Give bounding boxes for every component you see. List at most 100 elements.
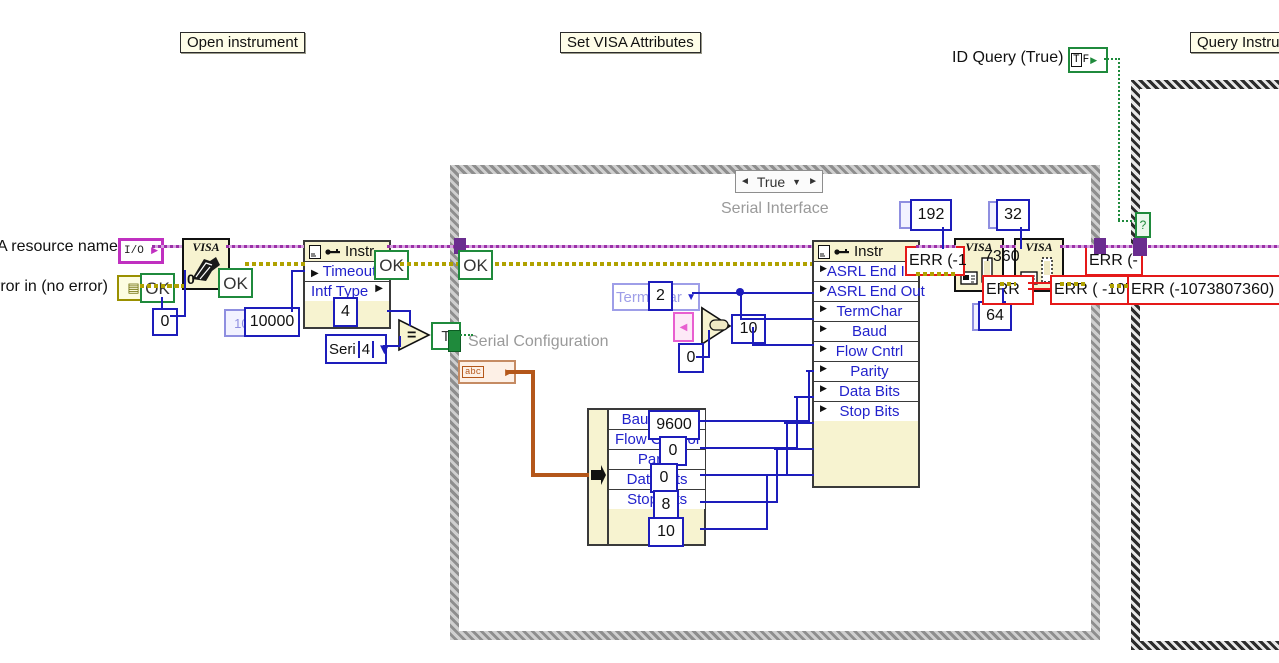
wire-error-write-read xyxy=(1000,282,1016,286)
wire-stop-up xyxy=(766,474,768,530)
terminal-visa-io-text: I/O xyxy=(124,245,144,257)
property-row-baud[interactable]: ▶ Baud xyxy=(814,322,918,342)
property-row-baud-label: Baud xyxy=(851,323,887,340)
arrow-right-icon xyxy=(591,465,606,485)
property-row-data-bits-label: Data Bits xyxy=(839,383,900,400)
wire-select-false-up xyxy=(708,330,710,358)
status-ok-visa-open: OK xyxy=(218,268,253,298)
case-structure-query-instrument[interactable] xyxy=(1131,80,1279,650)
constant-zero-a[interactable]: 0 xyxy=(152,308,178,336)
property-row-asrl-end-in-label: ASRL End In xyxy=(826,263,914,280)
property-row-flow-cntrl[interactable]: ▶ Flow Cntrl xyxy=(814,342,918,362)
value-data-bits[interactable]: 8 xyxy=(653,490,679,520)
error-value-7360: 7360 xyxy=(984,248,1020,265)
ring-constant-serial-label: Seri xyxy=(329,340,356,358)
wire-error-prop1 xyxy=(400,262,460,266)
case-selector-value: True xyxy=(756,173,786,190)
wire-select-down xyxy=(752,327,754,345)
property-row-asrl-end-in[interactable]: ▶ ASRL End In xyxy=(814,262,918,282)
cluster-glyph: abc xyxy=(462,366,485,378)
case-selector-serial-interface[interactable]: ◄ True ▼ ► xyxy=(735,170,823,193)
case-selector-prev-arrow[interactable]: ◄ xyxy=(740,176,750,187)
property-node-2-title: Instr xyxy=(854,243,884,260)
boolean-select-input[interactable]: ◀ xyxy=(673,312,694,342)
ring-constant-serial-arrow[interactable]: ▼ xyxy=(372,340,395,358)
status-ok-tunnel: OK xyxy=(458,250,493,280)
property-row-termchar[interactable]: ▶ TermChar xyxy=(814,302,918,322)
constant-termchar-value[interactable]: 2 xyxy=(648,281,673,311)
wire-termchar-prop2 xyxy=(740,318,814,320)
property-row-parity[interactable]: ▶ Parity xyxy=(814,362,918,382)
case-selector-next-arrow[interactable]: ► xyxy=(808,176,818,187)
value-parity[interactable]: 0 xyxy=(650,463,678,493)
property-row-stop-bits[interactable]: ▶ Stop Bits xyxy=(814,402,918,421)
svg-text:=: = xyxy=(407,327,416,344)
wire-stop-out xyxy=(700,528,768,530)
wire-termchar-to-prop xyxy=(692,292,814,294)
terminal-visa-resource-name[interactable]: I/O ▶ xyxy=(118,238,164,264)
wire-error-visa-open xyxy=(245,262,307,266)
wire-timeout-horiz xyxy=(291,270,305,272)
wire-visa-to-write xyxy=(916,245,956,248)
wire-visa-read-out xyxy=(1060,245,1096,248)
wire-error-read-out xyxy=(1060,282,1088,286)
wire-32-down xyxy=(1020,227,1022,249)
constant-192[interactable]: 192 xyxy=(910,199,952,231)
status-ok-error-in: OK xyxy=(140,273,175,303)
property-node-1-title: Instr xyxy=(345,243,375,260)
property-node-visa-2[interactable]: Instr ▶ ASRL End In ▶ ASRL End Out ▶ TermCh… xyxy=(812,240,925,488)
constant-select-false[interactable]: 0 xyxy=(678,343,704,373)
property-row-timeout-label: Timeout xyxy=(322,263,377,280)
wire-visa-to-case xyxy=(387,245,457,248)
label-serial-interface: Serial Interface xyxy=(721,200,829,217)
wire-visa-far-right xyxy=(1148,245,1279,248)
wire-cluster-horiz-bottom xyxy=(531,473,589,477)
equal-comparison-node[interactable]: = xyxy=(397,318,431,352)
wire-error-right xyxy=(1110,284,1130,288)
wire-junction-dot xyxy=(736,288,744,296)
visa-read-label: VISA xyxy=(1025,240,1053,254)
label-serial-configuration: Serial Configuration xyxy=(468,333,609,350)
error-box-2: ERR xyxy=(982,275,1034,305)
wire-intf-to-compare xyxy=(387,310,411,312)
tunnel-visa-query-left[interactable] xyxy=(1133,238,1147,256)
free-label-query-instrument: Query Instrur xyxy=(1190,32,1279,53)
property-row-flow-cntrl-label: Flow Cntrl xyxy=(835,343,904,360)
case-structure-serial-interface[interactable] xyxy=(450,165,1100,640)
wire-cluster-vertical xyxy=(531,372,535,476)
wire-select-to-prop xyxy=(752,344,814,346)
wrench-icon-2 xyxy=(834,248,849,255)
wire-error-red-1 xyxy=(1028,282,1052,290)
property-row-data-bits[interactable]: ▶ Data Bits xyxy=(814,382,918,402)
visa-open-label: VISA xyxy=(192,240,220,254)
value-stop-bits[interactable]: 10 xyxy=(648,517,684,547)
case-selector-terminal-query[interactable]: ? xyxy=(1135,212,1151,238)
wire-serial-up xyxy=(399,336,401,346)
property-row-parity-label: Parity xyxy=(850,363,889,380)
constant-intf-type[interactable]: 4 xyxy=(333,297,358,327)
wire-baud-into-prop xyxy=(806,370,814,372)
ring-constant-serial[interactable]: Seri 4 ▼ xyxy=(325,334,392,364)
wire-boolean-to-tunnel xyxy=(453,334,473,336)
tunnel-visa-right[interactable] xyxy=(1094,238,1106,254)
wire-error-to-write xyxy=(916,272,956,276)
wire-stop-into-prop xyxy=(764,474,814,476)
wrench-icon xyxy=(325,248,340,255)
unbundle-input-region xyxy=(589,410,609,544)
wire-intf-down xyxy=(409,310,411,326)
page-icon xyxy=(309,244,321,259)
case-selector-dropdown-arrow[interactable]: ▼ xyxy=(792,177,801,187)
label-id-query: ID Query (True) xyxy=(952,49,1064,66)
wire-parity-into-prop xyxy=(784,422,814,424)
label-visa-resource-name: A resource name xyxy=(0,238,118,255)
error-box-4: ERR ( -107 xyxy=(1050,275,1136,305)
error-cluster-icon: ▤ xyxy=(127,280,140,296)
error-box-full: ERR (-1073807360) xyxy=(1127,275,1279,305)
value-flow-control[interactable]: 0 xyxy=(659,436,687,466)
boolean-constant-id-query[interactable]: T F ▶ xyxy=(1068,47,1108,73)
wire-flow-into-prop xyxy=(794,396,814,398)
constant-32[interactable]: 32 xyxy=(996,199,1030,231)
wire-error-in-2 xyxy=(167,284,185,288)
constant-64[interactable]: 64 xyxy=(978,301,1012,331)
property-row-asrl-end-out[interactable]: ▶ ASRL End Out xyxy=(814,282,925,302)
